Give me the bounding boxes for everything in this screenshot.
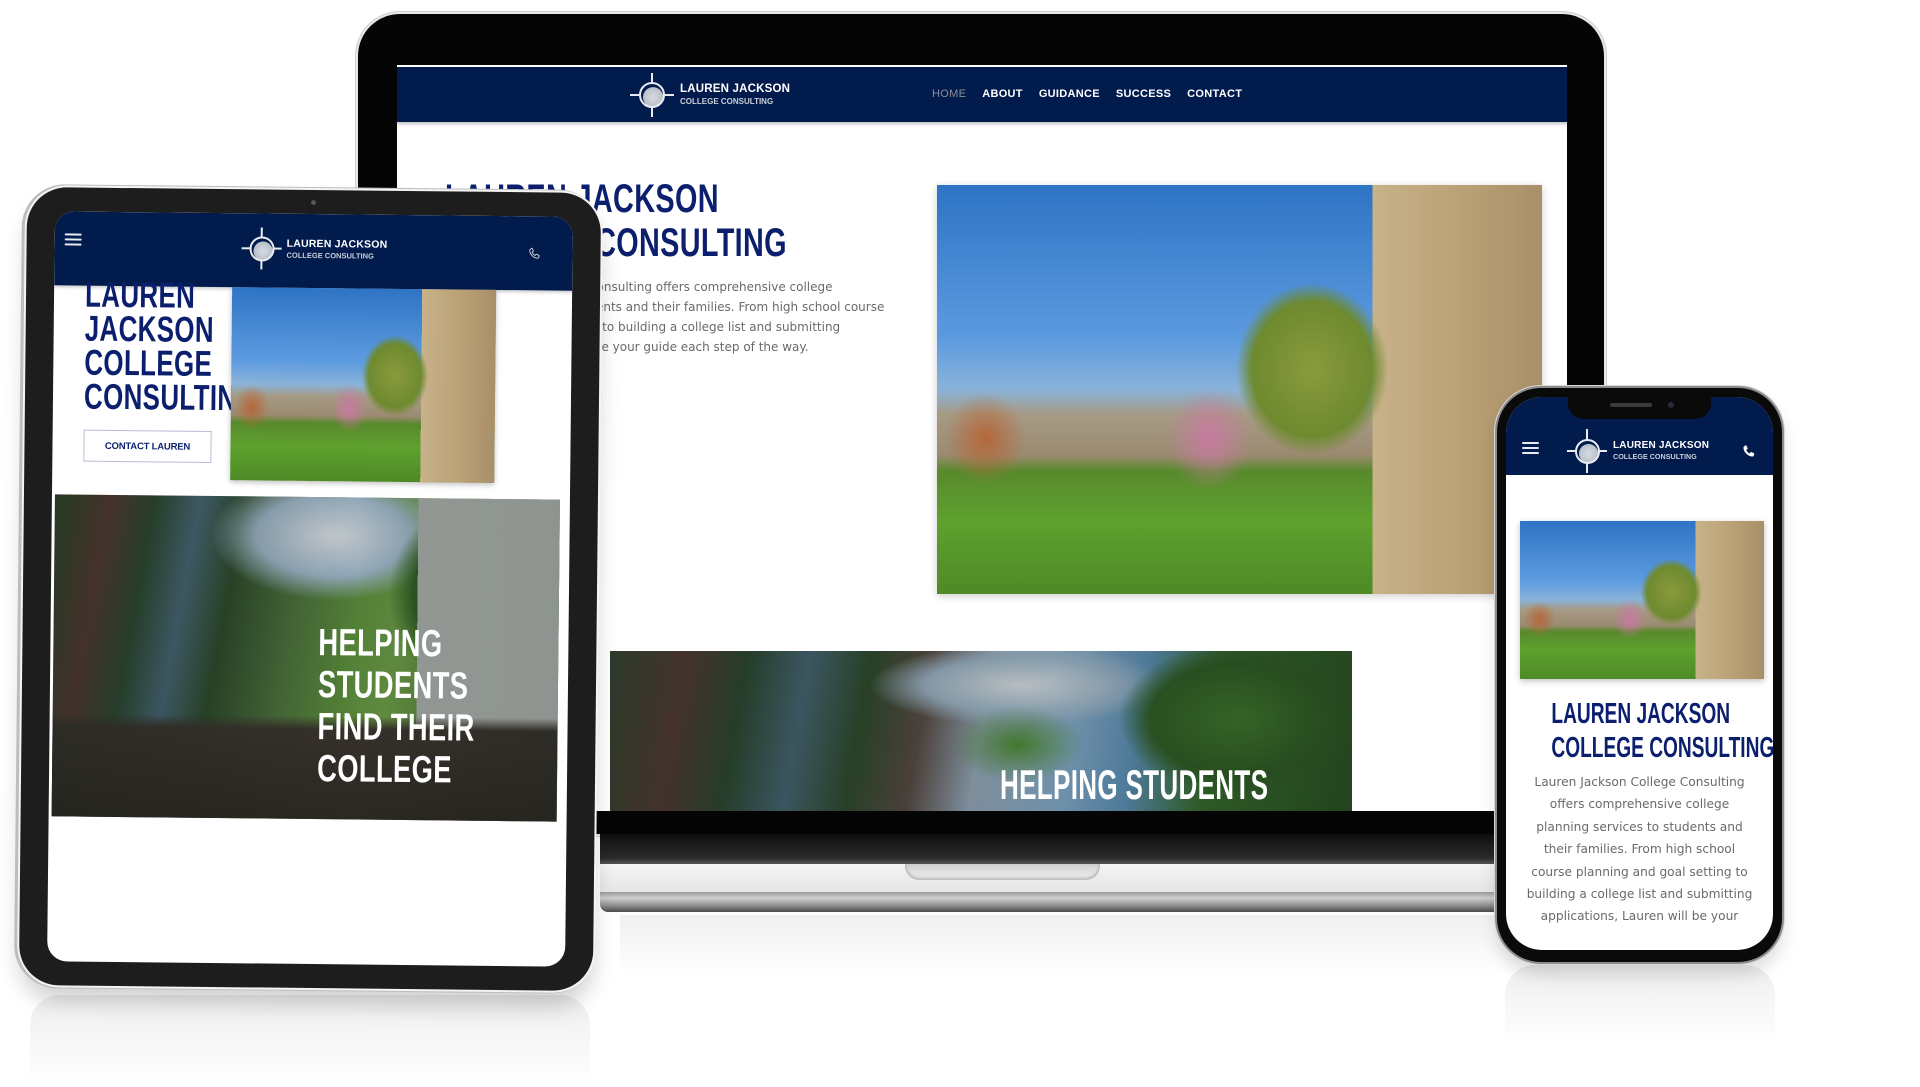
phone-text-line: course planning and goal setting to [1531, 864, 1748, 879]
site-logo[interactable]: LAUREN JACKSON COLLEGE CONSULTING [630, 73, 790, 117]
nav-guidance[interactable]: GUIDANCE [1039, 88, 1100, 100]
compass-logo-icon [630, 73, 674, 117]
banner-line: COLLEGE [316, 748, 453, 792]
phone-hero-description: Lauren Jackson College Consulting offers… [1506, 771, 1773, 928]
laptop-opening-notch [905, 864, 1100, 880]
brand-name: LAUREN JACKSON [286, 237, 388, 251]
brand-name: LAUREN JACKSON [680, 83, 791, 96]
nav-home[interactable]: HOME [932, 88, 966, 100]
phone-icon[interactable] [1741, 443, 1757, 459]
phone-camera [1668, 402, 1674, 408]
tablet-helping-students-banner: HELPING STUDENTS FIND THEIR COLLEGE [51, 494, 560, 822]
phone-text-line: Lauren Jackson College Consulting [1534, 775, 1745, 789]
phone-text-line: planning services to students and [1536, 819, 1743, 834]
phone-frame: LAUREN JACKSON COLLEGE CONSULTING LAUREN… [1497, 388, 1782, 962]
laptop-base-edge [600, 892, 1580, 912]
tablet-screen: LAUREN JACKSON COLLEGE CONSULTING LAUREN… [47, 211, 573, 967]
brand-tagline: COLLEGE CONSULTING [680, 96, 774, 106]
tablet-reflection [30, 995, 590, 1087]
tablet-logo[interactable]: LAUREN JACKSON COLLEGE CONSULTING [241, 227, 387, 271]
nav-contact[interactable]: CONTACT [1187, 88, 1242, 100]
phone-text-line: applications, Lauren will be your [1540, 909, 1739, 924]
contact-lauren-button[interactable]: CONTACT LAUREN [83, 429, 212, 463]
tablet-frame: LAUREN JACKSON COLLEGE CONSULTING LAUREN… [18, 187, 602, 991]
tablet-heading-line: CONSULTING [83, 375, 258, 419]
phone-side-button [1782, 520, 1785, 590]
hero-campus-photo [937, 185, 1542, 594]
laptop-hinge [600, 834, 1580, 864]
phone-heading-line2: COLLEGE CONSULTING [1551, 732, 1773, 764]
brand-name: LAUREN JACKSON [1613, 440, 1710, 452]
tablet-banner-heading: HELPING STUDENTS FIND THEIR COLLEGE [317, 622, 537, 792]
compass-logo-icon [241, 227, 282, 270]
phone-text-line: offers comprehensive college [1549, 797, 1730, 812]
phone-campus-photo [1520, 521, 1764, 679]
nav-about[interactable]: ABOUT [982, 88, 1023, 100]
phone-speaker [1610, 403, 1652, 407]
banner-line: HELPING [318, 622, 443, 666]
main-nav: HOME ABOUT GUIDANCE SUCCESS CONTACT [932, 88, 1242, 100]
nav-success[interactable]: SUCCESS [1116, 88, 1171, 100]
brand-tagline: COLLEGE CONSULTING [1613, 452, 1697, 462]
phone-reflection [1505, 965, 1775, 1045]
phone-text-line: their families. From high school [1543, 842, 1736, 857]
laptop-reflection [620, 915, 1560, 975]
compass-logo-icon [1567, 429, 1607, 473]
phone-hero-heading: LAUREN JACKSON COLLEGE CONSULTING [1506, 697, 1773, 765]
phone-icon[interactable] [527, 246, 541, 260]
phone-logo[interactable]: LAUREN JACKSON COLLEGE CONSULTING [1567, 429, 1709, 473]
phone-screen: LAUREN JACKSON COLLEGE CONSULTING LAUREN… [1506, 397, 1773, 950]
hamburger-icon[interactable] [1522, 442, 1539, 454]
phone-notch [1568, 397, 1711, 419]
phone-text-line: building a college list and submitting [1526, 887, 1753, 902]
banner-line: STUDENTS [317, 664, 469, 708]
banner-line: FIND THEIR [317, 706, 475, 750]
tablet-camera [311, 199, 317, 206]
site-header: LAUREN JACKSON COLLEGE CONSULTING HOME A… [397, 67, 1567, 122]
phone-heading-line1: LAUREN JACKSON [1551, 698, 1731, 730]
hamburger-icon[interactable] [64, 233, 82, 246]
helping-students-banner: HELPING STUDENTS [610, 651, 1352, 811]
banner-heading: HELPING STUDENTS [1000, 761, 1269, 808]
brand-tagline: COLLEGE CONSULTING [286, 250, 374, 261]
tablet-campus-photo [230, 287, 497, 483]
